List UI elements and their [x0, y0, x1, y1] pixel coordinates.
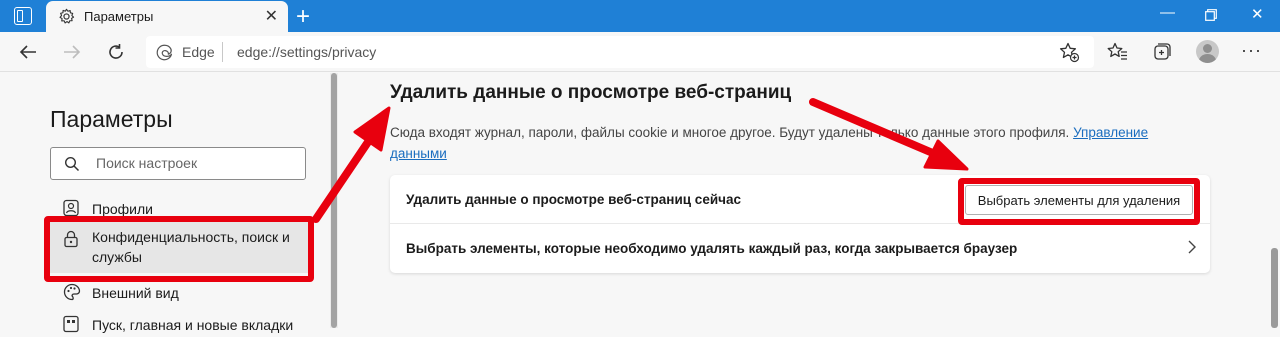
arrow-to-title [312, 106, 391, 223]
arrow-to-button [809, 98, 969, 171]
annotation-arrows [312, 98, 969, 223]
